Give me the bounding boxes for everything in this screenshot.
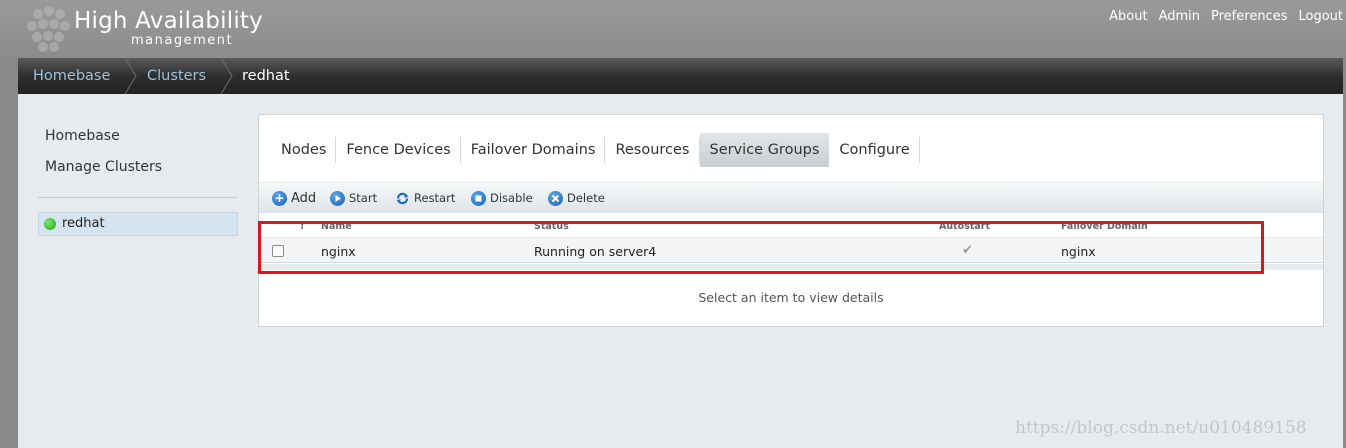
brand-subtitle: management <box>131 33 234 48</box>
tab-nodes[interactable]: Nodes <box>271 133 337 167</box>
add-button[interactable]: + Add <box>272 189 316 207</box>
top-nav-links: About Admin Preferences Logout <box>1109 9 1343 24</box>
start-button[interactable]: Start <box>330 189 377 207</box>
logo-hexagon-icon <box>27 6 70 52</box>
sidebar-item-manage-clusters[interactable]: Manage Clusters <box>45 159 162 175</box>
disable-button[interactable]: Disable <box>471 189 533 207</box>
tab-fence-devices[interactable]: Fence Devices <box>336 133 462 167</box>
restart-button[interactable]: Restart <box>395 189 455 207</box>
breadcrumb-current: redhat <box>242 68 290 84</box>
brand-title: High Availability <box>74 8 263 34</box>
delete-icon <box>548 190 563 206</box>
tab-bar: Nodes Fence Devices Failover Domains Res… <box>271 133 920 167</box>
sidebar-item-homebase[interactable]: Homebase <box>45 128 120 144</box>
logout-link[interactable]: Logout <box>1298 9 1343 24</box>
play-icon <box>330 190 345 206</box>
sidebar-item-cluster-redhat[interactable]: redhat <box>38 212 238 236</box>
tab-service-groups[interactable]: Service Groups <box>699 133 830 167</box>
details-empty-message: Select an item to view details <box>698 290 884 305</box>
breadcrumb-separator-icon <box>220 58 233 94</box>
highlight-annotation-box <box>258 221 1264 274</box>
watermark: https://blog.csdn.net/u010489158 <box>1015 418 1307 438</box>
admin-link[interactable]: Admin <box>1159 9 1200 24</box>
cluster-name: redhat <box>62 216 105 231</box>
tab-configure[interactable]: Configure <box>829 133 920 167</box>
breadcrumb-separator-icon <box>124 58 137 94</box>
delete-button[interactable]: Delete <box>548 189 605 207</box>
breadcrumb-homebase[interactable]: Homebase <box>33 58 110 94</box>
service-group-toolbar: + Add Start Restart Disable Delete <box>259 182 1323 213</box>
refresh-icon <box>395 191 410 206</box>
sidebar-divider <box>38 197 238 198</box>
preferences-link[interactable]: Preferences <box>1211 9 1287 24</box>
status-online-icon <box>44 218 56 230</box>
breadcrumb-clusters[interactable]: Clusters <box>147 58 206 94</box>
tab-resources[interactable]: Resources <box>605 133 700 167</box>
plus-icon: + <box>272 190 287 206</box>
breadcrumb: Homebase Clusters redhat <box>18 58 1343 94</box>
stop-icon <box>471 190 486 206</box>
tab-failover-domains[interactable]: Failover Domains <box>461 133 606 167</box>
app-header: High Availability management About Admin… <box>0 0 1346 58</box>
about-link[interactable]: About <box>1109 9 1147 24</box>
